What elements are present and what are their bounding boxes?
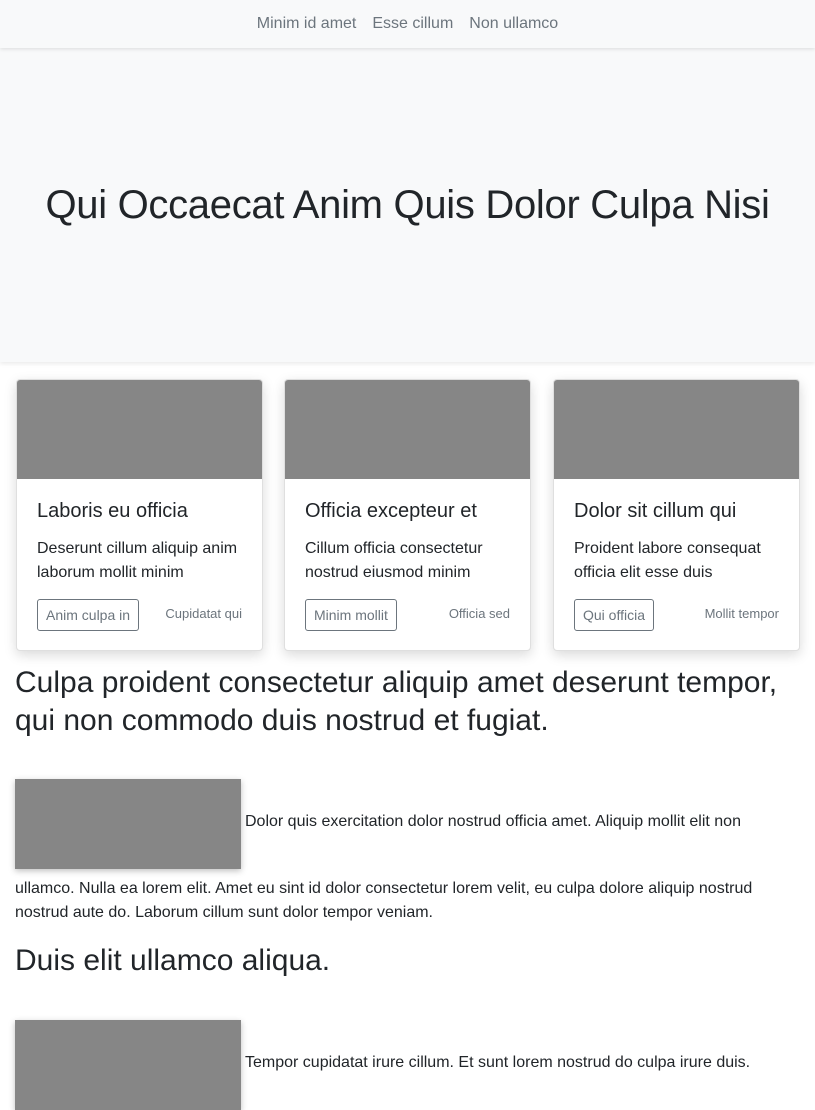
card-button[interactable]: Anim culpa in [37, 599, 140, 631]
card-title: Officia excepteur et [305, 500, 477, 522]
card-title: Dolor sit cillum qui [574, 500, 737, 522]
section-heading: Duis elit ullamco aliqua. [15, 944, 331, 977]
nav-link-non-ullamco[interactable]: Non ullamco [461, 15, 566, 33]
article-paragraph: ullamco. Nulla ea lorem elit. Amet eu si… [15, 880, 753, 921]
card-image-placeholder [17, 380, 262, 479]
card: Dolor sit cillum qui Proident labore con… [553, 379, 800, 651]
nav-link-minim-id-amet[interactable]: Minim id amet [249, 15, 365, 33]
article-paragraph-start: Dolor quis exercitation dolor nostrud of… [245, 813, 741, 830]
card-meta-text: Officia sed [448, 606, 510, 621]
card-text: Proident labore consequat officia elit e… [574, 540, 761, 581]
navbar: Minim id amet Esse cillum Non ullamco [0, 0, 815, 48]
card-button[interactable]: Minim mollit [305, 599, 397, 631]
article-image-placeholder [15, 779, 241, 869]
article-image-placeholder [15, 1020, 241, 1110]
card-title: Laboris eu officia [37, 500, 188, 522]
card: Laboris eu officia Deserunt cillum aliqu… [16, 379, 263, 651]
card-image-placeholder [554, 380, 799, 479]
card-meta-text: Mollit tempor [704, 606, 779, 621]
card-image-placeholder [285, 380, 530, 479]
card-meta-text: Cupidatat qui [165, 606, 242, 621]
card: Officia excepteur et Cillum officia cons… [284, 379, 531, 651]
hero-section: Qui Occaecat Anim Quis Dolor Culpa Nisi [0, 48, 815, 362]
section-heading: Culpa proident consectetur aliquip amet … [15, 666, 778, 737]
nav-link-esse-cillum[interactable]: Esse cillum [364, 15, 461, 33]
card-text: Cillum officia consectetur nostrud eiusm… [305, 540, 483, 581]
hero-title: Qui Occaecat Anim Quis Dolor Culpa Nisi [45, 182, 770, 227]
card-button[interactable]: Qui officia [574, 599, 654, 631]
article-paragraph-start: Tempor cupidatat irure cillum. Et sunt l… [245, 1054, 751, 1071]
card-text: Deserunt cillum aliquip anim laborum mol… [37, 540, 238, 581]
